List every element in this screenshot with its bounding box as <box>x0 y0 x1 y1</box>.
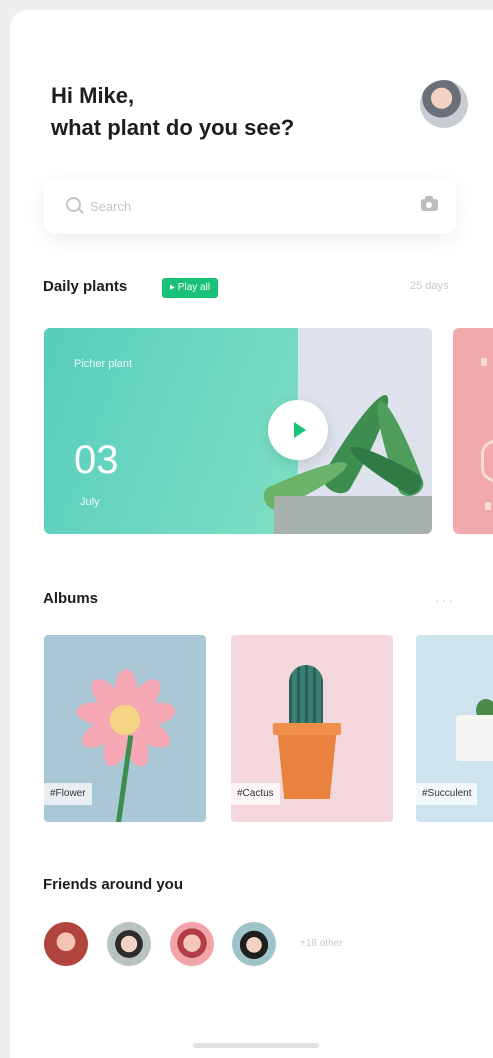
app-screen: Hi Mike, what plant do you see? Daily pl… <box>10 10 493 1058</box>
friend-avatar[interactable] <box>232 922 276 966</box>
album-flower[interactable]: #Flower <box>44 635 206 822</box>
card-text-fragment <box>481 358 487 366</box>
friend-avatar[interactable] <box>170 922 214 966</box>
album-tag: #Cactus <box>231 783 280 805</box>
albums-title: Albums <box>43 590 99 607</box>
plant-day: 03 <box>74 438 119 482</box>
search-input[interactable] <box>88 194 392 218</box>
search-bar[interactable] <box>44 178 456 234</box>
daily-plants-title: Daily plants <box>43 278 128 295</box>
flower-center <box>110 705 140 735</box>
greeting: Hi Mike, what plant do you see? <box>51 80 294 144</box>
pot-shape <box>277 727 337 799</box>
other-friends-count[interactable]: +18 other <box>300 938 343 949</box>
friend-avatar[interactable] <box>44 922 88 966</box>
friend-avatar[interactable] <box>107 922 151 966</box>
album-succulent[interactable]: #Succulent <box>416 635 493 822</box>
more-icon[interactable]: ··· <box>435 592 455 608</box>
pot-rim <box>273 723 341 735</box>
album-tag: #Flower <box>44 783 92 805</box>
play-icon[interactable] <box>268 400 328 460</box>
album-cactus[interactable]: #Cactus <box>231 635 393 822</box>
album-tag: #Succulent <box>416 783 478 805</box>
search-icon <box>66 197 81 212</box>
play-all-button[interactable]: ▸ Play all <box>162 278 219 298</box>
friends-title: Friends around you <box>43 876 184 893</box>
pot-shape <box>456 715 493 761</box>
daily-plant-card[interactable]: Picher plant 03 July <box>44 328 432 534</box>
home-indicator <box>193 1043 319 1048</box>
days-count: 25 days <box>410 280 449 292</box>
camera-icon[interactable] <box>421 196 438 211</box>
card-text-fragment <box>481 440 493 482</box>
pot-shape <box>274 496 432 534</box>
plant-name: Picher plant <box>74 358 133 370</box>
greeting-line-2: what plant do you see? <box>51 115 295 140</box>
greeting-line-1: Hi Mike, <box>51 83 135 108</box>
user-avatar-icon[interactable] <box>420 80 468 128</box>
card-text-fragment <box>485 502 491 510</box>
plant-month: July <box>80 496 100 508</box>
daily-plant-card-next[interactable] <box>453 328 493 534</box>
